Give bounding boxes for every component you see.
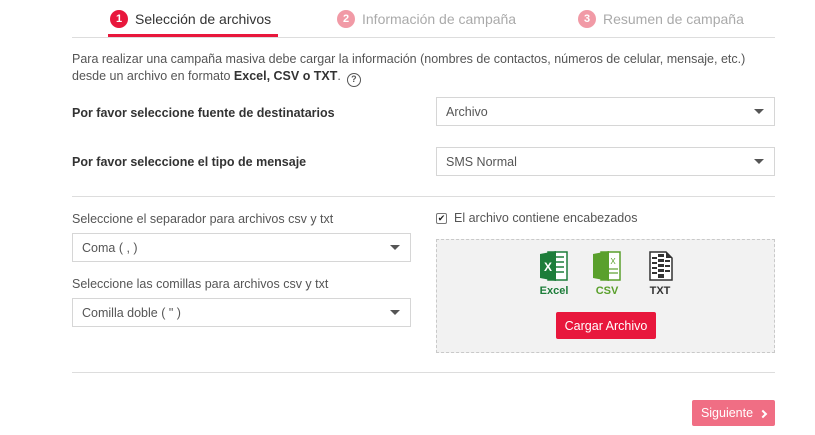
intro-suffix: . <box>337 69 341 83</box>
csv-file-icon: X <box>593 251 621 281</box>
excel-label: Excel <box>539 285 569 297</box>
step-label: Selección de archivos <box>135 11 272 27</box>
headers-checkbox-row[interactable]: ✔ El archivo contiene encabezados <box>436 211 637 225</box>
quotes-select[interactable]: Comilla doble ( " ) <box>72 298 411 327</box>
headers-checkbox[interactable]: ✔ <box>436 212 447 224</box>
csv-label: CSV <box>595 285 619 297</box>
step-label: Información de campaña <box>362 11 517 27</box>
txt-label: TXT <box>649 285 671 297</box>
intro-formats: Excel, CSV o TXT <box>233 69 338 83</box>
step-file-selection[interactable]: 1 Selección de archivos <box>110 8 271 30</box>
chevron-down-icon[interactable] <box>743 148 774 175</box>
txt-file-icon <box>649 251 673 281</box>
svg-text:X: X <box>544 260 552 274</box>
source-select[interactable]: Archivo <box>436 97 775 126</box>
step-campaign-summary[interactable]: 3 Resumen de campaña <box>578 8 744 30</box>
step-label: Resumen de campaña <box>603 11 744 27</box>
chevron-down-icon[interactable] <box>379 234 410 261</box>
headers-checkbox-label: El archivo contiene encabezados <box>454 211 638 225</box>
step-number-badge: 1 <box>110 10 128 28</box>
chevron-down-icon[interactable] <box>379 299 410 326</box>
step-campaign-info[interactable]: 2 Información de campaña <box>337 8 516 30</box>
excel-file-type: X Excel <box>537 249 571 297</box>
intro-body: Para realizar una campaña masiva debe ca… <box>72 52 746 83</box>
separator-label: Seleccione el separador para archivos cs… <box>72 212 334 226</box>
question-circle-icon[interactable]: ? <box>346 72 361 87</box>
file-types-group: X Excel X CSV TXT <box>537 249 677 304</box>
message-type-select-value: SMS Normal <box>446 154 517 169</box>
message-type-label: Por favor seleccione el tipo de mensaje <box>72 155 307 169</box>
file-dropzone[interactable]: X Excel X CSV TXT Cargar Archivo <box>436 239 775 353</box>
step-number-badge: 3 <box>578 10 596 28</box>
chevron-down-icon[interactable] <box>743 98 774 125</box>
source-select-value: Archivo <box>446 104 488 119</box>
footer-divider <box>72 372 775 373</box>
section-divider <box>72 196 775 197</box>
separator-select-value: Coma ( , ) <box>82 240 138 255</box>
source-label: Por favor seleccione fuente de destinata… <box>72 106 335 120</box>
active-step-underline <box>108 34 278 37</box>
quotes-label: Seleccione las comillas para archivos cs… <box>72 277 329 291</box>
intro-text: Para realizar una campaña masiva debe ca… <box>72 51 777 87</box>
step-number-badge: 2 <box>337 10 355 28</box>
csv-file-type: X CSV <box>590 249 624 297</box>
svg-text:X: X <box>610 257 616 266</box>
upload-file-button[interactable]: Cargar Archivo <box>556 312 656 339</box>
next-button[interactable]: Siguiente <box>692 400 775 426</box>
separator-select[interactable]: Coma ( , ) <box>72 233 411 262</box>
next-button-label: Siguiente <box>700 406 754 420</box>
chevron-right-icon <box>758 409 768 418</box>
txt-file-type: TXT <box>643 249 677 297</box>
excel-file-icon: X <box>540 251 568 281</box>
quotes-select-value: Comilla doble ( " ) <box>82 305 181 320</box>
message-type-select[interactable]: SMS Normal <box>436 147 775 176</box>
wizard-stepper: 1 Selección de archivos 2 Información de… <box>72 0 775 38</box>
